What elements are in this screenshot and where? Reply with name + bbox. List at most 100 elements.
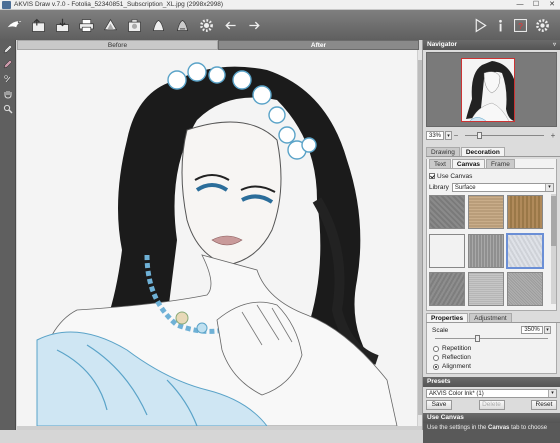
presets-title: Presets: [427, 378, 451, 385]
tab-drawing[interactable]: Drawing: [426, 147, 460, 156]
properties-tabs: Properties Adjustment: [426, 313, 560, 323]
option-alignment[interactable]: Alignment: [429, 362, 554, 371]
preferences-icon[interactable]: [532, 15, 552, 35]
navigator-title: Navigator: [427, 41, 457, 48]
redo-icon[interactable]: [244, 15, 264, 35]
save-file-icon[interactable]: [52, 15, 72, 35]
zoom-out-icon[interactable]: −: [452, 131, 460, 140]
zoom-input[interactable]: 33%: [426, 130, 444, 140]
zoom-slider-handle[interactable]: [477, 131, 482, 139]
option-repetition[interactable]: Repetition: [429, 344, 554, 353]
main-toolbar: ?: [0, 10, 560, 40]
zoom-in-icon[interactable]: +: [549, 131, 557, 140]
view-tabs: Before After: [17, 40, 419, 50]
repetition-label: Repetition: [442, 345, 472, 352]
settings-icon[interactable]: [196, 15, 216, 35]
minimize-button[interactable]: —: [512, 0, 528, 10]
alignment-label: Alignment: [442, 363, 471, 370]
scale-input[interactable]: 350%: [521, 326, 543, 334]
tab-decoration[interactable]: Decoration: [460, 147, 505, 156]
close-button[interactable]: ✕: [544, 0, 560, 10]
eraser-icon[interactable]: [1, 57, 15, 70]
texture-tile-selected[interactable]: [506, 232, 544, 269]
main-tabs: Drawing Decoration: [426, 147, 560, 157]
canvas-hscroll[interactable]: [17, 426, 422, 430]
scale-slider-handle[interactable]: [475, 335, 480, 342]
library-select[interactable]: Surface ▾: [451, 182, 554, 192]
reflection-label: Reflection: [442, 354, 471, 361]
share-icon[interactable]: [100, 15, 120, 35]
zoom-icon[interactable]: [1, 102, 15, 115]
zoom-dropdown[interactable]: ▾: [445, 130, 452, 140]
help-icon[interactable]: ?: [510, 15, 530, 35]
radio-alignment[interactable]: [433, 363, 439, 370]
after-icon[interactable]: [172, 15, 192, 35]
info-icon[interactable]: [490, 15, 510, 35]
texture-tile[interactable]: [468, 233, 504, 268]
texture-tile[interactable]: [507, 195, 543, 229]
maximize-button[interactable]: ☐: [528, 0, 544, 10]
settings-panel: Navigator ▿ 33% ▾ − + Drawing Decoration…: [422, 40, 560, 443]
reset-button[interactable]: Reset: [531, 400, 557, 410]
use-canvas-label: Use Canvas: [437, 172, 473, 180]
sketch-image: [17, 50, 417, 426]
scale-slider[interactable]: [435, 335, 548, 342]
hand-icon[interactable]: [1, 87, 15, 100]
history-brush-icon[interactable]: [1, 72, 15, 85]
before-icon[interactable]: [148, 15, 168, 35]
preset-value: AKVIS Color Ink* (1): [429, 391, 484, 397]
tab-after[interactable]: After: [218, 40, 419, 50]
tab-frame[interactable]: Frame: [486, 159, 515, 168]
svg-text:?: ?: [518, 20, 523, 30]
tools-panel: [0, 40, 16, 430]
pencil-icon[interactable]: [1, 42, 15, 55]
texture-tile[interactable]: [429, 195, 465, 229]
delete-button[interactable]: Delete: [478, 400, 505, 410]
option-reflection[interactable]: Reflection: [429, 353, 554, 362]
library-row: Library Surface ▾: [429, 182, 554, 192]
zoom-slider[interactable]: [465, 131, 544, 139]
texture-tile[interactable]: [468, 195, 504, 229]
library-label: Library: [429, 183, 449, 191]
logo-bird-icon[interactable]: [4, 15, 24, 35]
scale-dropdown[interactable]: ▾: [544, 326, 551, 334]
navigator-header: Navigator ▿: [423, 40, 560, 50]
collapse-icon[interactable]: ▿: [553, 40, 556, 50]
title-bar: AKVIS Draw v.7.0 - Fotolia_52340851_Subs…: [0, 0, 560, 10]
save-button[interactable]: Save: [426, 400, 452, 410]
texture-tile[interactable]: [429, 233, 465, 268]
zoom-controls: 33% ▾ − +: [426, 129, 557, 141]
radio-reflection[interactable]: [433, 354, 439, 361]
open-file-icon[interactable]: [28, 15, 48, 35]
tab-canvas[interactable]: Canvas: [451, 159, 486, 168]
help-text-part: tab to choose: [509, 425, 548, 431]
navigator-thumbnail: [461, 58, 515, 122]
tab-text[interactable]: Text: [429, 159, 451, 168]
tab-adjustment[interactable]: Adjustment: [469, 313, 512, 322]
scale-row: Scale 350% ▾: [429, 325, 554, 335]
tab-before[interactable]: Before: [17, 40, 218, 50]
window-controls: — ☐ ✕: [512, 0, 560, 10]
print-icon[interactable]: [76, 15, 96, 35]
tab-properties[interactable]: Properties: [426, 313, 469, 322]
presets-header: Presets: [423, 377, 560, 387]
help-text-bold: Canvas: [488, 425, 510, 431]
use-canvas-checkbox[interactable]: [429, 173, 435, 179]
batch-icon[interactable]: [124, 15, 144, 35]
texture-tile[interactable]: [429, 272, 465, 307]
help-text-part: Use the settings in the: [427, 425, 489, 431]
navigator-preview[interactable]: [426, 52, 557, 127]
chevron-down-icon: ▾: [548, 390, 556, 397]
radio-repetition[interactable]: [433, 345, 439, 352]
chevron-down-icon: ▾: [545, 183, 553, 191]
run-icon[interactable]: [470, 15, 490, 35]
texture-scrollbar-thumb[interactable]: [551, 196, 556, 246]
undo-icon[interactable]: [220, 15, 240, 35]
texture-scrollbar[interactable]: [551, 194, 556, 304]
image-canvas[interactable]: [17, 50, 417, 426]
properties-content: Scale 350% ▾ Repetition Reflection Align…: [426, 323, 557, 374]
texture-tile[interactable]: [507, 272, 543, 307]
texture-tile[interactable]: [468, 272, 504, 307]
help-text: Use the settings in the Canvas tab to ch…: [423, 423, 560, 443]
preset-select[interactable]: AKVIS Color Ink* (1) ▾: [426, 389, 557, 398]
